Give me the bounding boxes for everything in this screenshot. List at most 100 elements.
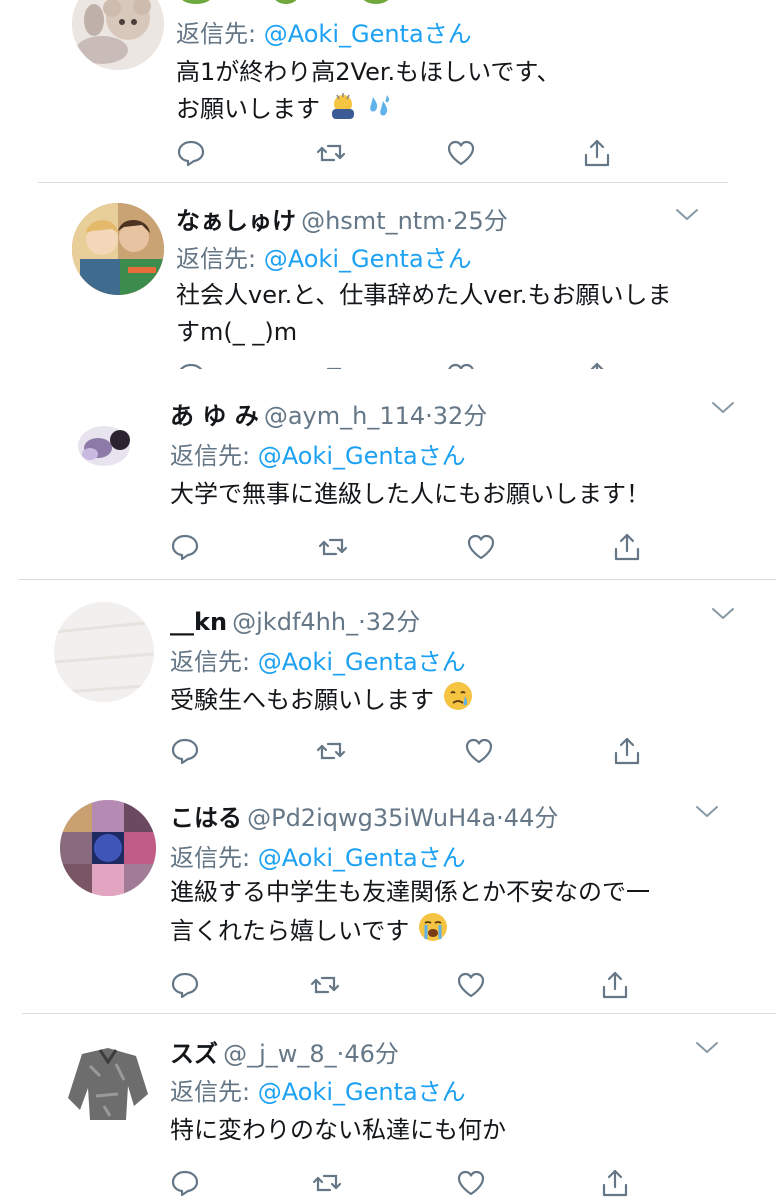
tweet-card[interactable]: こはる @Pd2iqwg35iWuH4a·44分 返信先: @Aoki_Gent…	[0, 782, 776, 1010]
tweet-actions	[170, 736, 640, 766]
reply-to-line: 返信先: @Aoki_Gentaさん	[170, 838, 466, 873]
reply-suffix: さん	[423, 245, 472, 273]
tweet-text-line: 大学で無事に進級した人にもお願いします！	[170, 480, 650, 508]
reply-button[interactable]	[176, 138, 206, 168]
tweet-text-line: 高1が終わり高2Ver.もほしいです、	[176, 58, 561, 86]
reply-suffix: さん	[423, 20, 472, 48]
like-button[interactable]	[466, 532, 496, 562]
retweet-button[interactable]	[312, 1168, 342, 1198]
tweet-text-line: すm(_ _)m	[176, 318, 298, 346]
tweet-time[interactable]: 25分	[453, 207, 508, 235]
user-handle[interactable]: @aym_h_114	[264, 402, 425, 430]
share-button[interactable]	[612, 532, 642, 562]
reply-to-line: 返信先: @Aoki_Gentaさん	[170, 642, 466, 677]
tweet-header	[176, 0, 396, 8]
tweet-actions	[170, 1168, 630, 1198]
tweet-time[interactable]: 32分	[433, 402, 488, 430]
reply-prefix: 返信先:	[170, 442, 251, 470]
sweat-droplets-emoji-icon	[365, 91, 395, 121]
chevron-down-icon[interactable]	[672, 205, 702, 225]
mention-link[interactable]: @Aoki_Genta	[258, 1078, 418, 1106]
tweet-time[interactable]: 44分	[504, 804, 559, 832]
user-handle[interactable]: @_j_w_8_	[223, 1040, 337, 1068]
tweet-card[interactable]: 返信先: @Aoki_Gentaさん 高1が終わり高2Ver.もほしいです、 お…	[0, 0, 776, 182]
reply-button[interactable]	[170, 736, 200, 766]
reply-prefix: 返信先:	[176, 20, 257, 48]
avatar[interactable]	[54, 602, 154, 702]
display-name[interactable]: スズ	[170, 1040, 218, 1068]
user-handle[interactable]: @jkdf4hh_	[232, 608, 358, 636]
tweet-text-line-with-emoji: お願いします	[176, 91, 561, 128]
tweet-actions	[176, 138, 616, 168]
tweet-text-line: 社会人ver.と、仕事辞めた人ver.もお願いしま	[176, 281, 672, 309]
share-button[interactable]	[600, 970, 630, 1000]
tweet-card[interactable]: __kn @jkdf4hh_·32分 返信先: @Aoki_Gentaさん 受験…	[0, 580, 776, 780]
display-name[interactable]: なぁしゅけ	[176, 207, 296, 235]
avatar[interactable]	[60, 1036, 156, 1132]
mention-link[interactable]: @Aoki_Genta	[258, 844, 418, 872]
tweet-card[interactable]: なぁしゅけ @hsmt_ntm·25分 返信先: @Aoki_Gentaさん 社…	[0, 183, 776, 369]
tweet-text: 特に変わりのない私達にも何か	[170, 1112, 506, 1149]
reply-button[interactable]	[170, 532, 200, 562]
tweet-text-line: 言くれたら嬉しいです	[170, 917, 410, 945]
like-button[interactable]	[464, 736, 494, 766]
tweet-card[interactable]: あ ゆ み @aym_h_114·32分 返信先: @Aoki_Gentaさん …	[0, 372, 776, 578]
chevron-down-icon[interactable]	[692, 802, 722, 822]
share-button[interactable]	[612, 736, 642, 766]
separator-dot: ·	[425, 402, 433, 430]
like-button[interactable]	[446, 138, 476, 168]
tweet-text: 受験生へもお願いします	[170, 680, 474, 719]
mention-link[interactable]: @Aoki_Genta	[258, 648, 418, 676]
tweet-header: こはる @Pd2iqwg35iWuH4a·44分	[170, 798, 558, 833]
tweet-text-line-with-emoji: 言くれたら嬉しいです	[170, 911, 650, 950]
reply-suffix: さん	[417, 844, 466, 872]
chevron-down-icon[interactable]	[708, 604, 738, 624]
reply-prefix: 返信先:	[170, 1078, 251, 1106]
retweet-button[interactable]	[318, 532, 348, 562]
mention-link[interactable]: @Aoki_Genta	[258, 442, 418, 470]
tweet-time[interactable]: 32分	[366, 608, 421, 636]
reply-to-line: 返信先: @Aoki_Gentaさん	[170, 436, 466, 471]
mention-link[interactable]: @Aoki_Genta	[264, 245, 424, 273]
retweet-button[interactable]	[316, 736, 346, 766]
bowing-person-emoji-icon	[328, 91, 358, 121]
like-button[interactable]	[456, 970, 486, 1000]
tweet-header: あ ゆ み @aym_h_114·32分	[170, 396, 487, 431]
user-handle[interactable]: @Pd2iqwg35iWuH4a	[247, 804, 496, 832]
tweet-time[interactable]: 46分	[344, 1040, 399, 1068]
chevron-down-icon[interactable]	[692, 1038, 722, 1058]
retweet-button[interactable]	[310, 970, 340, 1000]
share-button[interactable]	[582, 361, 612, 369]
reply-button[interactable]	[170, 1168, 200, 1198]
like-button[interactable]	[456, 1168, 486, 1198]
user-handle[interactable]: @hsmt_ntm	[301, 207, 446, 235]
reply-to-line: 返信先: @Aoki_Gentaさん	[176, 14, 472, 49]
reply-button[interactable]	[176, 361, 206, 369]
avatar[interactable]	[72, 0, 164, 70]
reply-prefix: 返信先:	[170, 648, 251, 676]
share-button[interactable]	[600, 1168, 630, 1198]
display-name[interactable]: あ ゆ み	[170, 402, 259, 430]
tweet-card[interactable]: スズ @_j_w_8_·46分 返信先: @Aoki_Gentaさん 特に変わり…	[0, 1014, 776, 1200]
chevron-down-icon[interactable]	[708, 398, 738, 418]
avatar[interactable]	[54, 396, 146, 488]
tweet-header: スズ @_j_w_8_·46分	[170, 1034, 399, 1069]
display-name[interactable]: こはる	[170, 804, 242, 832]
retweet-button[interactable]	[316, 138, 346, 168]
reply-button[interactable]	[170, 970, 200, 1000]
reply-to-line: 返信先: @Aoki_Gentaさん	[170, 1072, 466, 1107]
tweet-text: 大学で無事に進級した人にもお願いします！	[170, 476, 650, 513]
avatar[interactable]	[60, 800, 156, 896]
mention-link[interactable]: @Aoki_Genta	[264, 20, 424, 48]
retweet-button[interactable]	[316, 361, 346, 369]
display-name[interactable]: __kn	[170, 608, 227, 636]
tweet-text: 進級する中学生も友達関係とか不安なので一 言くれたら嬉しいです	[170, 874, 650, 950]
share-button[interactable]	[582, 138, 612, 168]
tweet-text-line: 受験生へもお願いします	[170, 686, 434, 714]
reply-suffix: さん	[417, 648, 466, 676]
avatar[interactable]	[72, 203, 164, 295]
reply-to-line: 返信先: @Aoki_Gentaさん	[176, 239, 472, 274]
reply-suffix: さん	[417, 1078, 466, 1106]
like-button[interactable]	[446, 361, 476, 369]
reply-prefix: 返信先:	[176, 245, 257, 273]
